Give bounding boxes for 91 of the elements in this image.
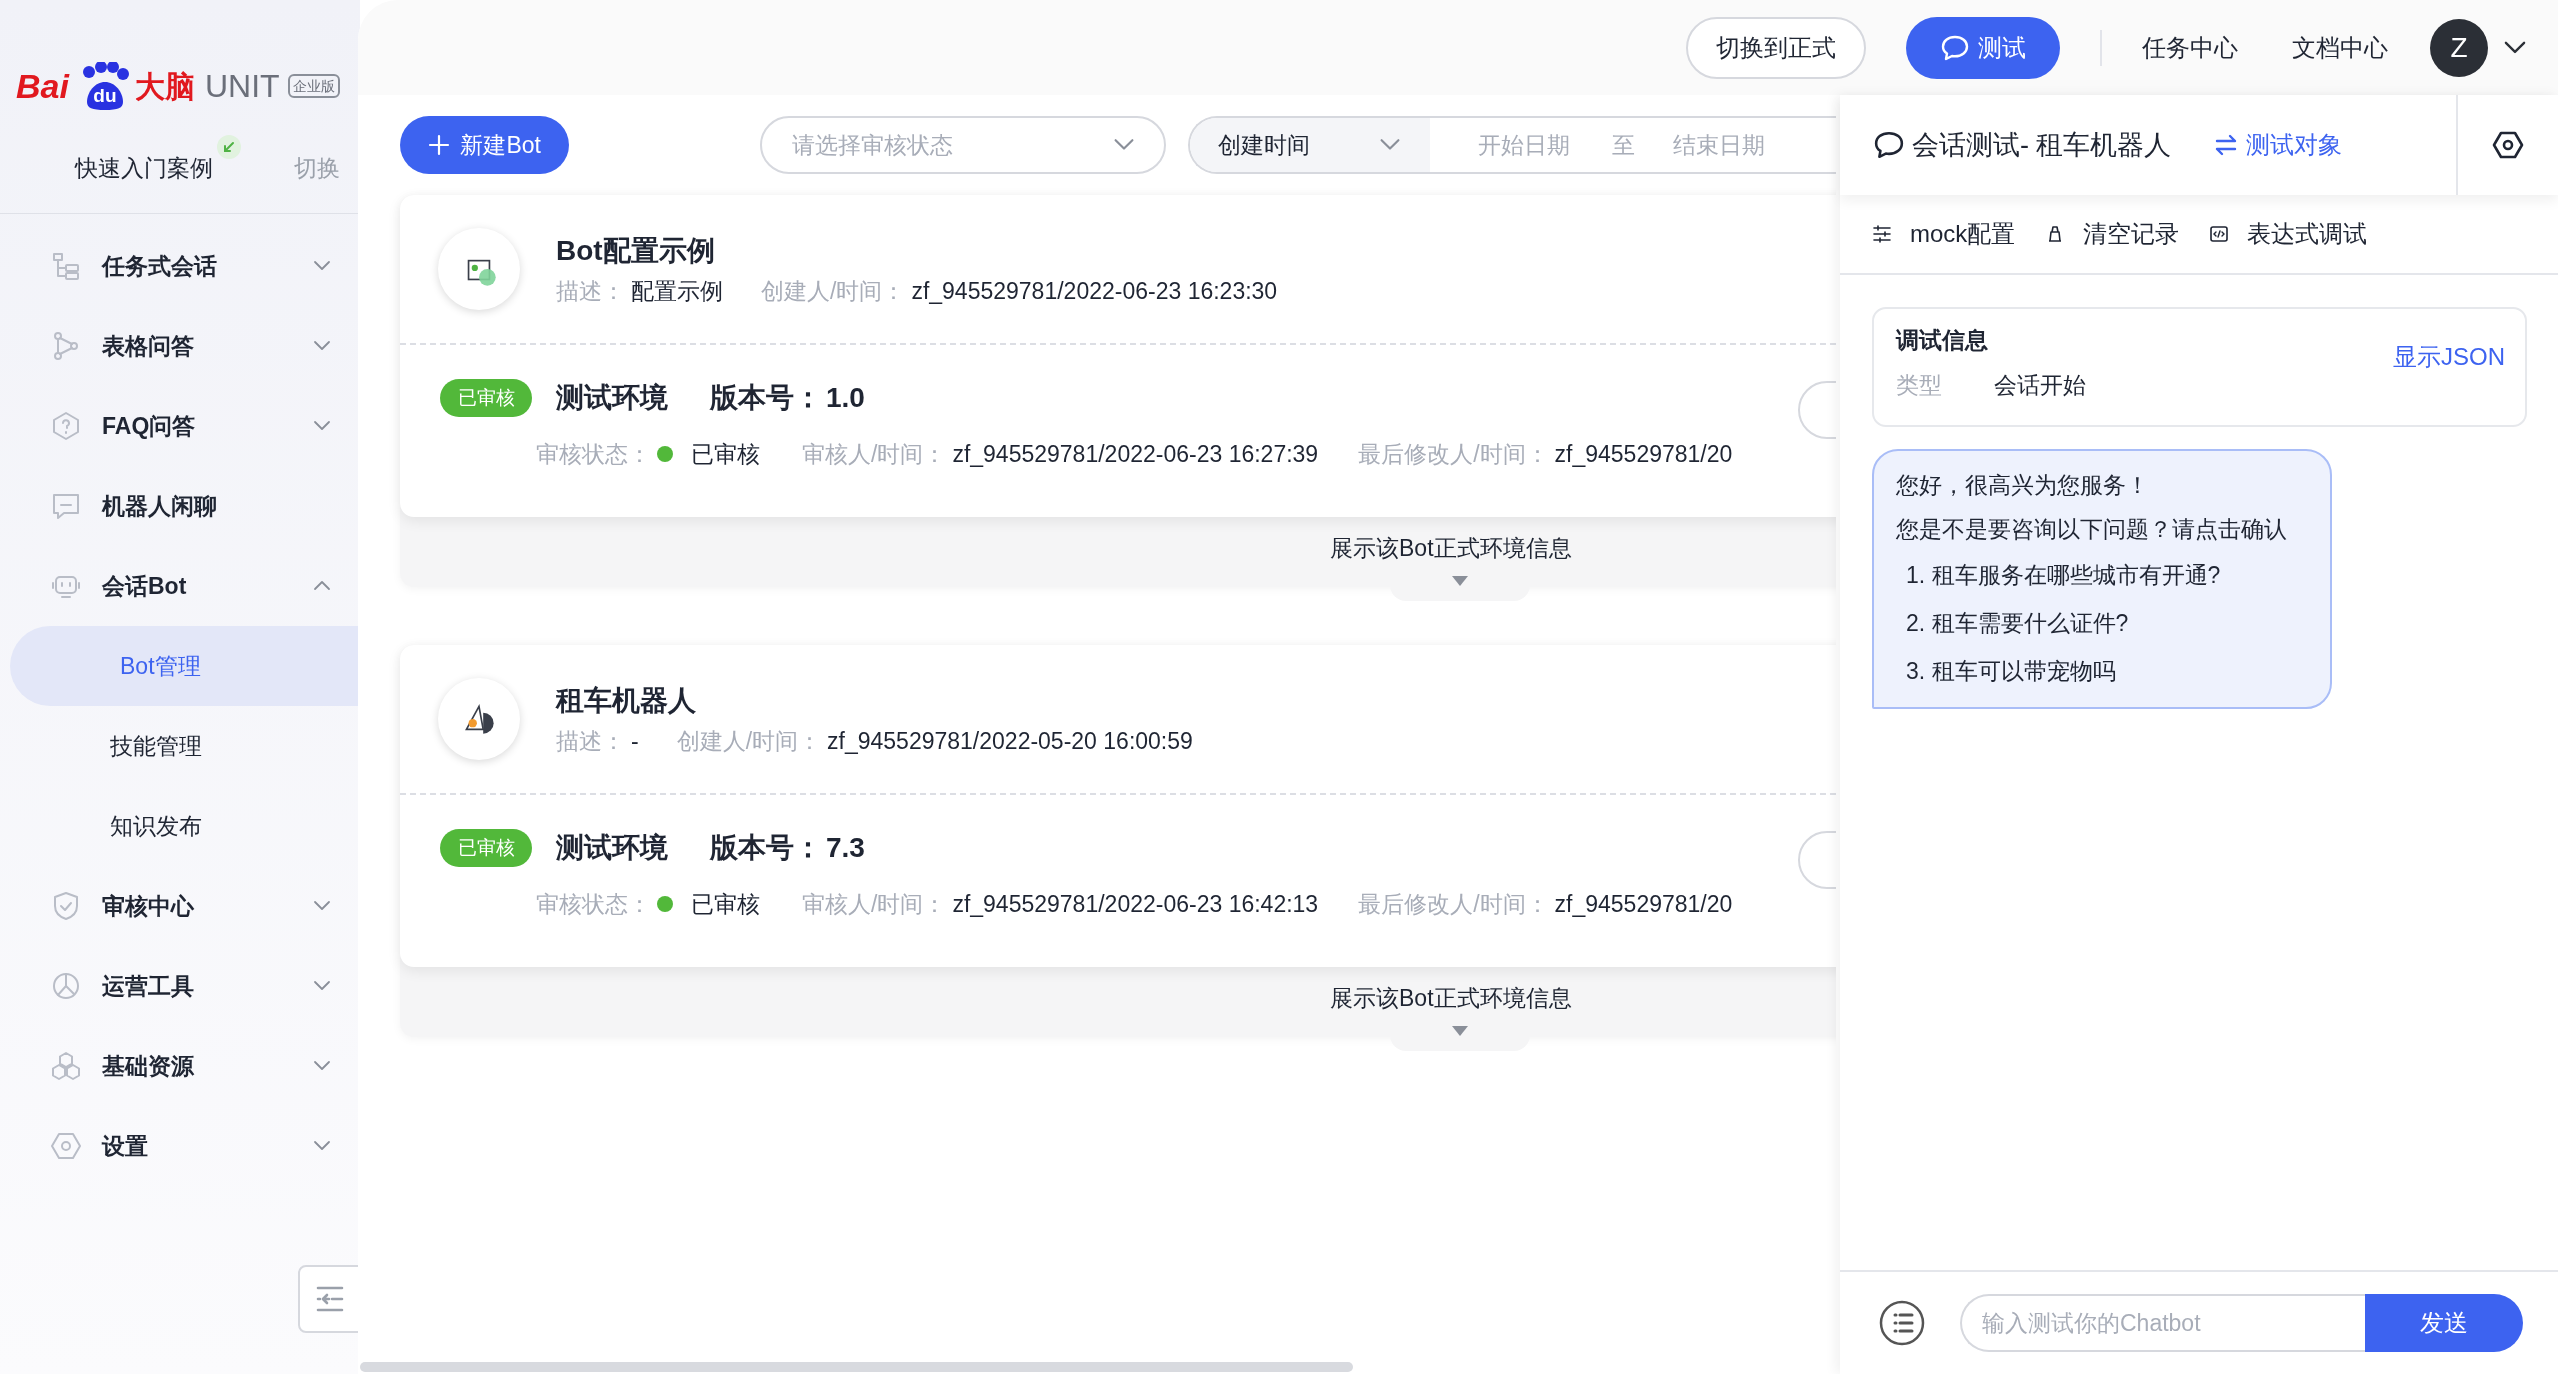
button-label: 新建Bot xyxy=(460,130,541,160)
nav-subitem[interactable]: Bot管理 xyxy=(10,626,360,706)
card-title: 调试信息 xyxy=(1896,326,1988,355)
meta-label: 审核状态： xyxy=(536,890,651,919)
expand-link[interactable]: 展示该Bot正式环境信息 xyxy=(1330,981,1572,1016)
meta-value: zf_945529781/2022-06-23 16:27:39 xyxy=(952,440,1319,469)
meta-label: 创建人/时间： xyxy=(761,276,906,306)
button-label: 表达式调试 xyxy=(2247,219,2368,249)
nav-label: 设置 xyxy=(102,1131,148,1161)
question-option[interactable]: 3. 租车可以带宠物吗 xyxy=(1896,647,2308,695)
meta-value: zf_945529781/2022-06-23 16:42:13 xyxy=(952,890,1319,919)
user-avatar[interactable]: Z xyxy=(2430,18,2488,77)
meta-label: 审核状态： xyxy=(536,440,651,469)
nav-label: 任务式会话 xyxy=(102,251,217,281)
meta-value: zf_945529781/20 xyxy=(1554,890,1733,919)
logo-text: 大脑 xyxy=(134,68,195,105)
nav-label: 审核中心 xyxy=(102,891,194,921)
bot-name: Bot配置示例 xyxy=(556,233,716,268)
logo-text: Bai xyxy=(16,65,69,107)
nav-item[interactable]: 会话Bot xyxy=(0,546,360,626)
nav-subitem[interactable]: 知识发布 xyxy=(0,786,360,866)
nav-item[interactable]: 基础资源 xyxy=(0,1026,360,1106)
switch-button[interactable]: 切换到正式 xyxy=(1686,16,1866,79)
nav-label: FAQ问答 xyxy=(102,411,196,441)
meta-value: - xyxy=(631,726,639,756)
nav-label: 表格问答 xyxy=(102,331,194,361)
meta-value: 已审核 xyxy=(691,440,760,469)
product-name: UNIT xyxy=(204,67,280,106)
button-label: mock配置 xyxy=(1910,219,2016,249)
meta-label: 审核人/时间： xyxy=(802,440,947,469)
quick-start-link[interactable]: 快速入门案例 xyxy=(75,151,213,186)
meta-label: 描述： xyxy=(556,726,625,756)
nav-item[interactable]: 审核中心 xyxy=(0,866,360,946)
nav-item[interactable]: 机器人闲聊 xyxy=(0,466,360,546)
button-label: 测试 xyxy=(1978,32,2026,63)
version-number: 1.0 xyxy=(826,381,865,415)
meta-label: 审核人/时间： xyxy=(802,890,947,919)
nav-label: 运营工具 xyxy=(102,971,194,1001)
new-bot-button[interactable]: 新建Bot xyxy=(400,116,570,174)
meta-label: 最后修改人/时间： xyxy=(1358,440,1549,469)
meta-value: zf_945529781/2022-06-23 16:23:30 xyxy=(911,276,1278,306)
message-text: 您好，很高兴为您服务！ xyxy=(1896,471,2150,500)
version-label: 版本号： xyxy=(710,381,822,415)
link-label: 测试对象 xyxy=(2245,130,2342,160)
chat-input[interactable]: 输入测试你的Chatbot xyxy=(1960,1294,2365,1352)
show-json-link[interactable]: 显示JSON xyxy=(2393,339,2505,375)
toolbar-button[interactable]: 表达式调试 xyxy=(2209,216,2368,252)
meta-label: 描述： xyxy=(556,276,625,306)
edition-badge: 企业版 xyxy=(287,74,340,98)
version-label: 版本号： xyxy=(710,831,822,865)
nav-label: 基础资源 xyxy=(102,1051,194,1081)
nav-label: 会话Bot xyxy=(102,571,187,601)
meta-label: 创建人/时间： xyxy=(676,726,822,756)
nav-item[interactable]: 任务式会话 xyxy=(0,226,360,306)
test-target-link[interactable]: 测试对象 xyxy=(2213,127,2342,163)
question-option[interactable]: 1. 租车服务在哪些城市有开通? xyxy=(1896,551,2308,599)
nav-item[interactable]: FAQ问答 xyxy=(0,386,360,466)
toolbar-button[interactable]: 清空记录 xyxy=(2045,216,2180,252)
nav-item[interactable]: 设置 xyxy=(0,1106,360,1186)
top-link[interactable]: 任务中心 xyxy=(2142,29,2238,66)
start-date-field[interactable]: 开始日期 xyxy=(1478,127,1589,163)
nav-item[interactable]: 表格问答 xyxy=(0,306,360,386)
status-badge: 已审核 xyxy=(440,379,532,417)
meta-value: 配置示例 xyxy=(631,276,723,306)
message-text: 您是不是要咨询以下问题？请点击确认 xyxy=(1896,515,2288,544)
end-date-field[interactable]: 结束日期 xyxy=(1673,127,1794,163)
button-label: 清空记录 xyxy=(2083,219,2180,249)
meta-value: zf_945529781/2022-05-20 16:00:59 xyxy=(827,726,1193,756)
version-number: 7.3 xyxy=(826,831,865,865)
status-badge: 已审核 xyxy=(440,829,532,867)
top-link[interactable]: 文档中心 xyxy=(2292,29,2388,66)
meta-value: 已审核 xyxy=(691,890,760,919)
expand-link[interactable]: 展示该Bot正式环境信息 xyxy=(1330,531,1572,566)
environment-label: 测试环境 xyxy=(556,831,668,865)
field-value: 会话开始 xyxy=(1994,370,2086,400)
test-button[interactable]: 测试 xyxy=(1906,16,2060,79)
nav-item[interactable]: 运营工具 xyxy=(0,946,360,1026)
question-option[interactable]: 2. 租车需要什么证件? xyxy=(1896,599,2308,647)
bot-name: 租车机器人 xyxy=(556,683,697,718)
panel-title: 会话测试- 租车机器人 xyxy=(1912,128,2172,162)
meta-label: 最后修改人/时间： xyxy=(1358,890,1549,919)
logo-text: du xyxy=(93,86,117,105)
toolbar-button[interactable]: mock配置 xyxy=(1872,216,2016,252)
environment-label: 测试环境 xyxy=(556,381,668,415)
nav-label: 机器人闲聊 xyxy=(102,491,217,521)
status-select[interactable]: 请选择审核状态 xyxy=(760,116,1167,174)
field-label: 类型 xyxy=(1896,370,1942,400)
send-button[interactable]: 发送 xyxy=(2365,1294,2523,1352)
meta-value: zf_945529781/20 xyxy=(1554,440,1733,469)
range-separator: 至 xyxy=(1612,130,1636,160)
nav-subitem[interactable]: 技能管理 xyxy=(0,706,360,786)
